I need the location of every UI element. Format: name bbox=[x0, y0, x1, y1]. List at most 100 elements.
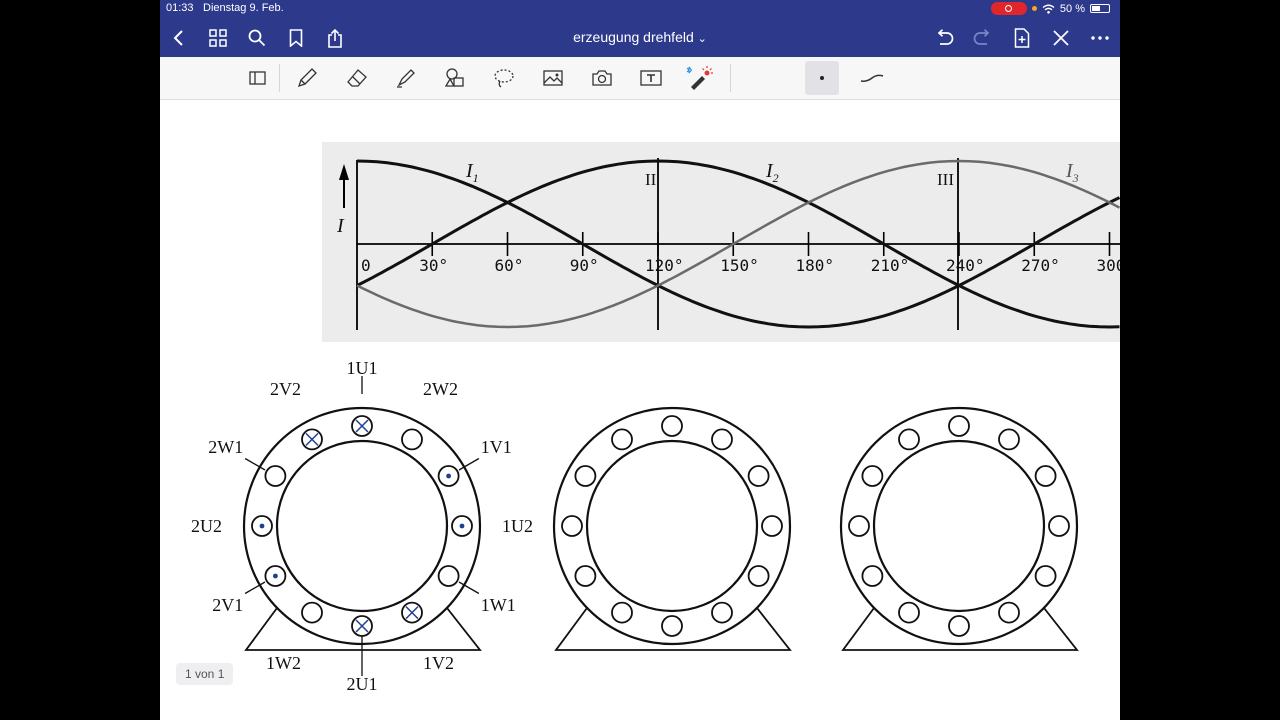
laser-pointer-icon bbox=[686, 66, 713, 90]
stator-slot bbox=[747, 565, 770, 587]
stator-inner-ring bbox=[585, 439, 759, 613]
stator-slot bbox=[574, 565, 597, 587]
highlighter-icon bbox=[397, 69, 415, 88]
stator-slots bbox=[251, 415, 473, 637]
drawing-toolbar bbox=[160, 57, 1120, 100]
toolbar-separator bbox=[730, 64, 731, 92]
shapes-tool[interactable] bbox=[440, 64, 470, 92]
stator-slot bbox=[1034, 465, 1057, 487]
toolbar-separator bbox=[279, 64, 280, 92]
tick-label: 90° bbox=[570, 256, 599, 275]
stator-slots bbox=[848, 415, 1070, 637]
stator-slot bbox=[711, 601, 733, 624]
stator-slot bbox=[661, 415, 683, 437]
text-box-icon bbox=[640, 70, 662, 86]
mic-indicator-icon bbox=[1031, 6, 1037, 11]
stator-slot bbox=[998, 428, 1020, 451]
status-bar: 01:33 Dienstag 9. Feb. 50 % bbox=[160, 0, 1120, 18]
status-time: 01:33 bbox=[166, 2, 194, 14]
stator-outer-ring bbox=[839, 406, 1079, 646]
tick-label: 30° bbox=[419, 256, 448, 275]
stroke-size-option[interactable] bbox=[805, 61, 839, 95]
current-out-mark bbox=[259, 523, 265, 529]
stator-slot bbox=[948, 615, 970, 637]
stator-slot bbox=[861, 465, 884, 487]
stator-slot bbox=[761, 515, 783, 537]
text-tool[interactable] bbox=[636, 64, 666, 92]
stroke-style-option[interactable] bbox=[857, 64, 887, 92]
camera-tool[interactable] bbox=[587, 64, 617, 92]
pencil-cross-icon bbox=[1053, 30, 1069, 46]
stator-slot bbox=[747, 465, 770, 487]
stator-slot bbox=[401, 428, 423, 451]
stator-slot bbox=[1048, 515, 1070, 537]
tick-label: 300 bbox=[1097, 256, 1121, 275]
tick-label: 150° bbox=[720, 256, 759, 275]
stator-slot bbox=[711, 428, 733, 451]
eraser-icon bbox=[347, 69, 367, 87]
highlighter-tool[interactable] bbox=[391, 64, 421, 92]
pen-tool[interactable] bbox=[292, 64, 322, 92]
winding-label: 1U1 bbox=[347, 358, 378, 378]
pen-icon bbox=[297, 68, 317, 88]
tick-label: 0 bbox=[361, 256, 371, 275]
drehfeld-worksheet: I1 I2 I3 I II III 0 30° 60° 90° 120° 150° 180°… bbox=[191, 142, 1121, 694]
current-out-mark bbox=[459, 523, 465, 529]
stroke-curve-icon bbox=[860, 74, 884, 82]
redo-icon bbox=[973, 29, 990, 45]
winding-label: 1U2 bbox=[502, 516, 533, 536]
stator-slots bbox=[561, 415, 783, 637]
stator-slot bbox=[898, 601, 920, 624]
more-button[interactable] bbox=[1087, 25, 1113, 51]
winding-label: 2W2 bbox=[423, 379, 458, 399]
image-tool[interactable] bbox=[538, 64, 568, 92]
stator-slot bbox=[611, 601, 633, 624]
lasso-tool[interactable] bbox=[489, 64, 519, 92]
winding-label: 2U1 bbox=[347, 674, 378, 694]
stator-slot bbox=[998, 601, 1020, 624]
current-out-mark bbox=[446, 473, 451, 479]
document-canvas[interactable]: I1 I2 I3 I II III 0 30° 60° 90° 120° 150° 180°… bbox=[160, 100, 1120, 720]
add-page-button[interactable] bbox=[1009, 25, 1035, 51]
current-out-mark bbox=[273, 573, 278, 579]
stator-slot bbox=[301, 601, 323, 624]
camera-icon bbox=[592, 70, 612, 86]
stator-slot bbox=[264, 465, 287, 487]
tick-label: 180° bbox=[796, 256, 835, 275]
status-date: Dienstag 9. Feb. bbox=[203, 2, 284, 14]
lasso-icon bbox=[494, 69, 514, 88]
stator-outer-ring bbox=[242, 406, 482, 646]
stator-slot bbox=[437, 565, 460, 587]
stator-inner-ring bbox=[872, 439, 1046, 613]
close-tools-button[interactable] bbox=[1048, 25, 1074, 51]
stator-slot bbox=[574, 465, 597, 487]
wifi-icon bbox=[1042, 4, 1055, 14]
toolbar-toggle-button[interactable] bbox=[243, 64, 273, 92]
status-right: 50 % bbox=[990, 2, 1110, 15]
stator-slot bbox=[861, 565, 884, 587]
stator-outer-ring bbox=[552, 406, 792, 646]
page-indicator: 1 von 1 bbox=[176, 663, 234, 685]
stator-slot bbox=[1034, 565, 1057, 587]
document-title-text: erzeugung drehfeld bbox=[573, 29, 694, 45]
motor-diagram-3 bbox=[839, 406, 1079, 651]
tick-label: 270° bbox=[1021, 256, 1060, 275]
laser-pointer-tool[interactable] bbox=[685, 64, 715, 92]
stator-slot bbox=[661, 615, 683, 637]
winding-label: 1W2 bbox=[266, 653, 301, 673]
redo-button[interactable] bbox=[970, 25, 996, 51]
eraser-tool[interactable] bbox=[342, 64, 372, 92]
winding-label: 1V1 bbox=[481, 437, 512, 457]
tick-label: 210° bbox=[871, 256, 910, 275]
stator-slot bbox=[561, 515, 583, 537]
tick-label: 60° bbox=[495, 256, 524, 275]
ipad-screen: 01:33 Dienstag 9. Feb. 50 % erzeugung dr… bbox=[160, 0, 1120, 720]
sidebar-toggle-icon bbox=[249, 71, 266, 85]
navigation-bar: erzeugung drehfeld ⌄ bbox=[160, 18, 1120, 57]
battery-icon bbox=[1090, 4, 1110, 13]
marker-iii-label: III bbox=[937, 170, 954, 189]
chevron-down-icon: ⌄ bbox=[697, 33, 707, 45]
shapes-icon bbox=[444, 68, 464, 87]
winding-label: 1V2 bbox=[423, 653, 454, 673]
undo-button[interactable] bbox=[931, 25, 957, 51]
